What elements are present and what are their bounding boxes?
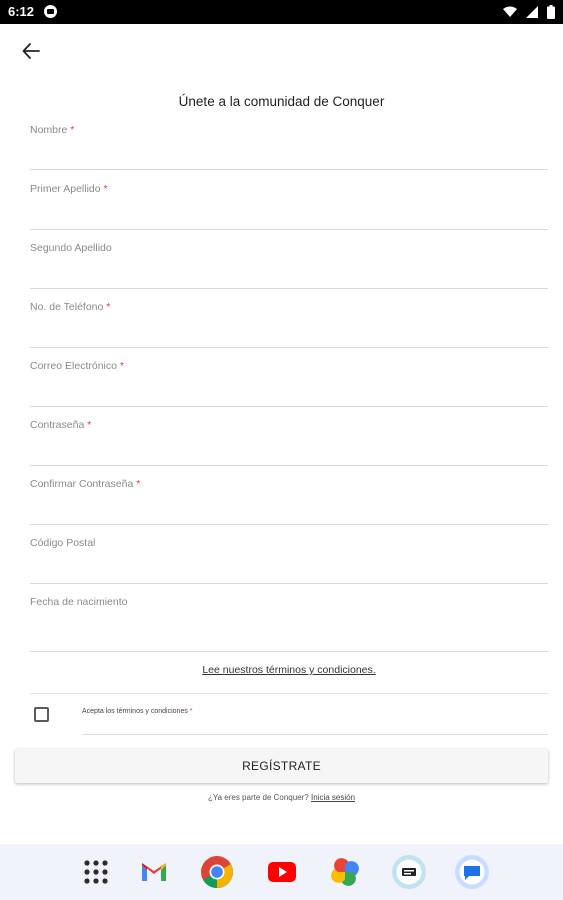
accept-terms-row: Acepta los términos y condiciones *	[82, 704, 548, 735]
correo-field[interactable]: Correo Electrónico *	[30, 360, 548, 407]
telefono-input[interactable]	[30, 325, 548, 345]
contrasena-input[interactable]	[30, 443, 548, 463]
app-dock	[0, 844, 563, 900]
fecha-nacimiento-label: Fecha de nacimiento	[30, 596, 128, 608]
accept-terms-label: Acepta los términos y condiciones *	[82, 708, 193, 715]
terms-link[interactable]: Lee nuestros términos y condiciones.	[202, 664, 375, 676]
news-app-icon[interactable]	[391, 854, 427, 890]
terms-link-row: Lee nuestros términos y condiciones.	[30, 652, 548, 694]
nombre-field[interactable]: Nombre *	[30, 124, 548, 170]
codigo-postal-input[interactable]	[30, 561, 548, 581]
nombre-label: Nombre *	[30, 124, 75, 136]
status-icons	[503, 4, 555, 20]
primer-apellido-label: Primer Apellido *	[30, 183, 108, 195]
fecha-nacimiento-field[interactable]: Fecha de nacimiento	[30, 596, 548, 652]
segundo-apellido-input[interactable]	[30, 266, 548, 286]
segundo-apellido-label: Segundo Apellido	[30, 242, 112, 254]
gmail-icon[interactable]	[136, 854, 172, 890]
segundo-apellido-field[interactable]: Segundo Apellido	[30, 242, 548, 289]
fecha-nacimiento-input[interactable]	[30, 629, 548, 649]
page-title: Únete a la comunidad de Conquer	[178, 94, 385, 109]
confirmar-contrasena-label: Confirmar Contraseña *	[30, 478, 141, 490]
youtube-icon[interactable]	[264, 854, 300, 890]
login-link[interactable]: Inicia sesión	[311, 793, 355, 802]
signal-icon	[526, 6, 538, 18]
accept-terms-checkbox[interactable]	[34, 707, 49, 722]
correo-label: Correo Electrónico *	[30, 360, 124, 372]
wifi-icon	[503, 6, 517, 17]
status-time: 6:12	[8, 4, 35, 19]
telefono-label: No. de Teléfono *	[30, 301, 111, 313]
codigo-postal-field[interactable]: Código Postal	[30, 537, 548, 584]
contrasena-field[interactable]: Contraseña *	[30, 419, 548, 466]
app-drawer-icon[interactable]	[78, 854, 114, 890]
correo-input[interactable]	[30, 384, 548, 404]
arrow-back-icon	[22, 43, 40, 59]
codigo-postal-label: Código Postal	[30, 537, 96, 549]
contrasena-label: Contraseña *	[30, 419, 92, 431]
confirmar-contrasena-input[interactable]	[30, 502, 548, 522]
register-button[interactable]: REGÍSTRATE	[15, 749, 548, 783]
status-bar: 6:12	[0, 0, 563, 24]
messages-icon[interactable]	[454, 854, 490, 890]
telefono-field[interactable]: No. de Teléfono *	[30, 301, 548, 348]
primer-apellido-input[interactable]	[30, 207, 548, 227]
back-button[interactable]	[18, 38, 44, 64]
photos-icon[interactable]	[327, 854, 363, 890]
notification-app-icon	[44, 5, 57, 18]
confirmar-contrasena-field[interactable]: Confirmar Contraseña *	[30, 478, 548, 525]
chrome-icon[interactable]	[199, 854, 235, 890]
battery-icon	[547, 5, 555, 19]
nombre-input[interactable]	[30, 147, 548, 167]
login-prompt: ¿Ya eres parte de Conquer? Inicia sesión	[207, 793, 356, 802]
primer-apellido-field[interactable]: Primer Apellido *	[30, 183, 548, 230]
